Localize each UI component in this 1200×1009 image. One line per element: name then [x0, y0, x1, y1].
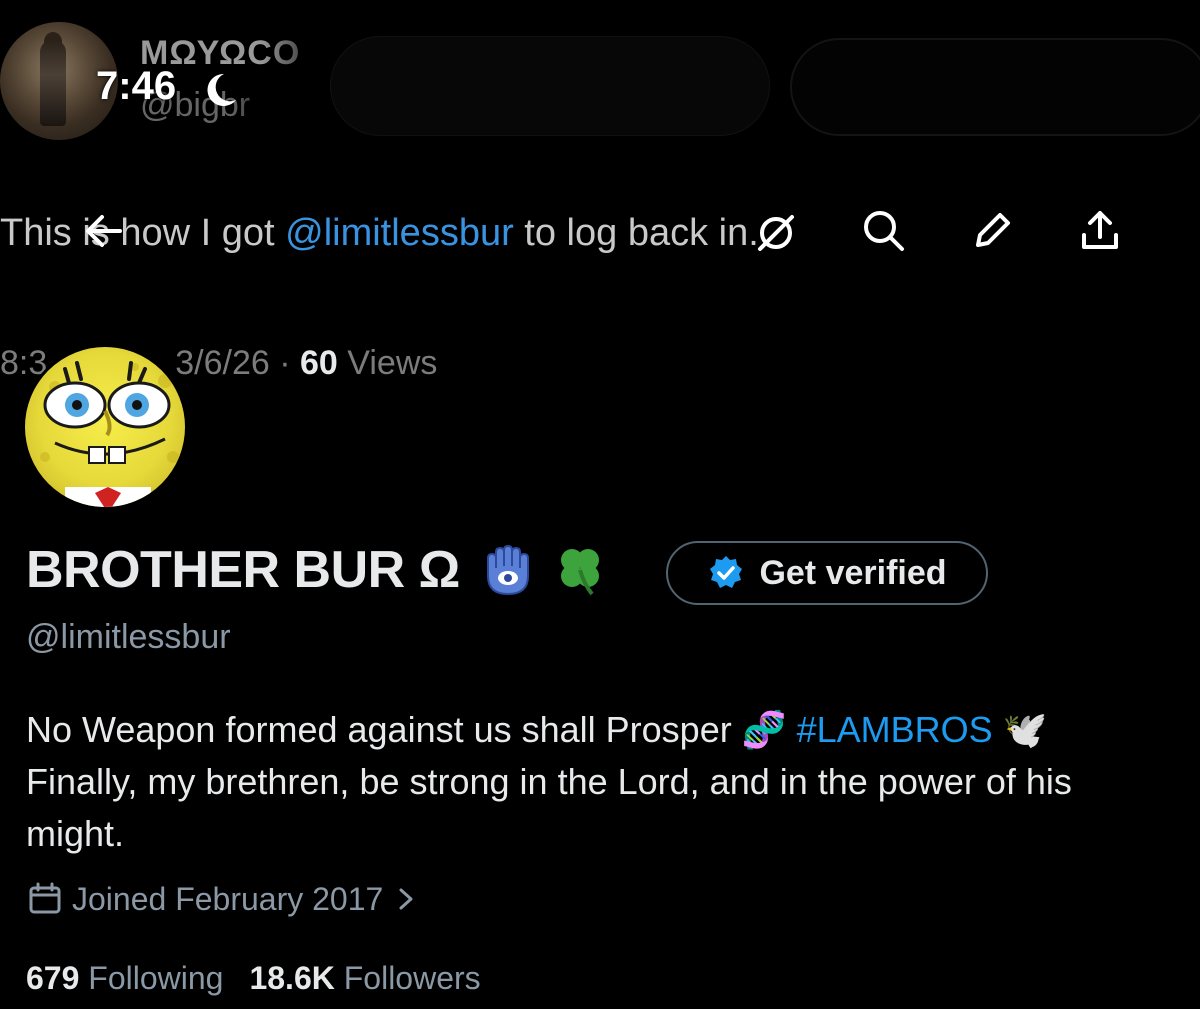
chevron-right-icon — [399, 888, 413, 910]
profile-display-name: BROTHER BUR Ω — [26, 541, 460, 599]
status-bar-time: 7:46 — [96, 64, 177, 108]
profile-name-row: BROTHER BUR Ω — [26, 540, 608, 600]
followers-count: 18.6K — [249, 960, 335, 996]
edit-icon[interactable] — [966, 205, 1018, 257]
joined-date-text: Joined February 2017 — [72, 880, 384, 917]
dna-emoji-icon: 🧬 — [741, 709, 787, 750]
hamsa-emoji-icon — [486, 544, 529, 596]
following-link[interactable]: 679 Following — [26, 960, 223, 997]
hide-icon[interactable] — [750, 205, 802, 257]
four-leaf-clover-icon — [560, 549, 599, 596]
joined-date-row[interactable]: Joined February 2017 — [26, 880, 425, 918]
back-arrow-icon[interactable] — [78, 205, 130, 257]
profile-avatar[interactable] — [22, 344, 188, 510]
ghost-follow-pill — [330, 36, 770, 136]
bio-verse: Finally, my brethren, be strong in the L… — [26, 761, 1072, 854]
followers-link[interactable]: 18.6K Followers — [249, 960, 480, 997]
ghost-subscribe-pill — [790, 38, 1200, 136]
follow-stats: 679 Following 18.6K Followers — [26, 960, 481, 997]
get-verified-label: Get verified — [759, 553, 947, 592]
profile-handle: @limitlessbur — [26, 618, 231, 656]
following-count: 679 — [26, 960, 80, 996]
ghost-tweet-mention[interactable]: @limitlessbur — [285, 212, 514, 254]
bio-hashtag-link[interactable]: #LAMBROS — [797, 709, 993, 750]
avatar-cartoon-face — [40, 361, 179, 507]
dove-emoji-icon: 🕊️ — [1002, 709, 1048, 750]
search-icon[interactable] — [858, 205, 910, 257]
profile-bio: No Weapon formed against us shall Prospe… — [26, 709, 1072, 854]
verified-badge-icon — [710, 556, 743, 588]
moon-icon — [207, 73, 236, 106]
share-icon[interactable] — [1074, 205, 1126, 257]
get-verified-button[interactable]: Get verified — [666, 541, 988, 605]
calendar-icon — [29, 882, 61, 914]
